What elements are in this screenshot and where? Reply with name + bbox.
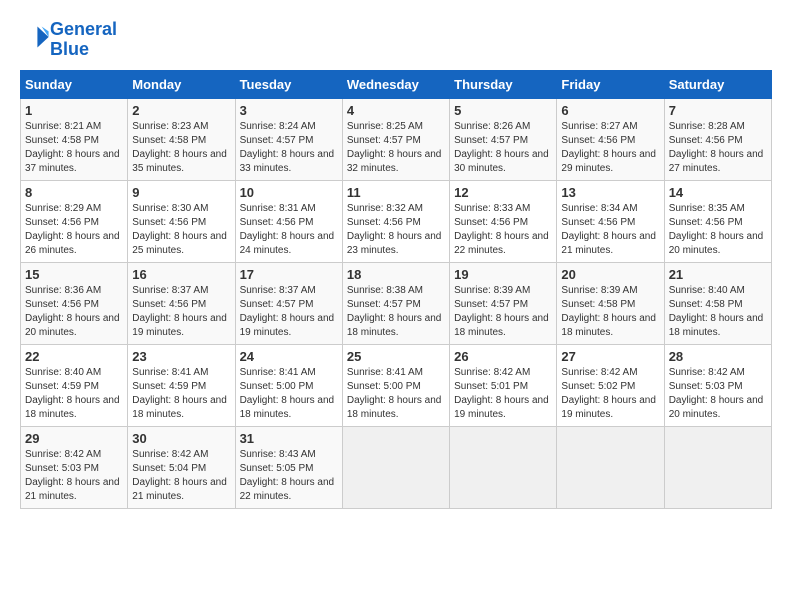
table-row: 14 Sunrise: 8:35 AMSunset: 4:56 PMDaylig… <box>664 180 771 262</box>
table-row <box>342 426 449 508</box>
table-row: 5 Sunrise: 8:26 AMSunset: 4:57 PMDayligh… <box>450 98 557 180</box>
table-row: 12 Sunrise: 8:33 AMSunset: 4:56 PMDaylig… <box>450 180 557 262</box>
table-row: 30 Sunrise: 8:42 AMSunset: 5:04 PMDaylig… <box>128 426 235 508</box>
table-row: 6 Sunrise: 8:27 AMSunset: 4:56 PMDayligh… <box>557 98 664 180</box>
table-row: 23 Sunrise: 8:41 AMSunset: 4:59 PMDaylig… <box>128 344 235 426</box>
calendar-week-row: 15 Sunrise: 8:36 AMSunset: 4:56 PMDaylig… <box>21 262 772 344</box>
col-tuesday: Tuesday <box>235 70 342 98</box>
table-row: 19 Sunrise: 8:39 AMSunset: 4:57 PMDaylig… <box>450 262 557 344</box>
col-monday: Monday <box>128 70 235 98</box>
page-header: General Blue <box>20 20 772 60</box>
table-row: 21 Sunrise: 8:40 AMSunset: 4:58 PMDaylig… <box>664 262 771 344</box>
calendar-header: Sunday Monday Tuesday Wednesday Thursday… <box>21 70 772 98</box>
table-row: 20 Sunrise: 8:39 AMSunset: 4:58 PMDaylig… <box>557 262 664 344</box>
table-row: 2 Sunrise: 8:23 AMSunset: 4:58 PMDayligh… <box>128 98 235 180</box>
table-row: 28 Sunrise: 8:42 AMSunset: 5:03 PMDaylig… <box>664 344 771 426</box>
table-row: 7 Sunrise: 8:28 AMSunset: 4:56 PMDayligh… <box>664 98 771 180</box>
table-row: 25 Sunrise: 8:41 AMSunset: 5:00 PMDaylig… <box>342 344 449 426</box>
col-sunday: Sunday <box>21 70 128 98</box>
table-row: 11 Sunrise: 8:32 AMSunset: 4:56 PMDaylig… <box>342 180 449 262</box>
table-row: 3 Sunrise: 8:24 AMSunset: 4:57 PMDayligh… <box>235 98 342 180</box>
calendar-body: 1 Sunrise: 8:21 AMSunset: 4:58 PMDayligh… <box>21 98 772 508</box>
col-thursday: Thursday <box>450 70 557 98</box>
table-row: 15 Sunrise: 8:36 AMSunset: 4:56 PMDaylig… <box>21 262 128 344</box>
table-row: 16 Sunrise: 8:37 AMSunset: 4:56 PMDaylig… <box>128 262 235 344</box>
calendar-week-row: 1 Sunrise: 8:21 AMSunset: 4:58 PMDayligh… <box>21 98 772 180</box>
table-row: 26 Sunrise: 8:42 AMSunset: 5:01 PMDaylig… <box>450 344 557 426</box>
logo-text: General Blue <box>50 20 117 60</box>
table-row: 31 Sunrise: 8:43 AMSunset: 5:05 PMDaylig… <box>235 426 342 508</box>
calendar-week-row: 29 Sunrise: 8:42 AMSunset: 5:03 PMDaylig… <box>21 426 772 508</box>
table-row: 18 Sunrise: 8:38 AMSunset: 4:57 PMDaylig… <box>342 262 449 344</box>
table-row: 24 Sunrise: 8:41 AMSunset: 5:00 PMDaylig… <box>235 344 342 426</box>
table-row: 4 Sunrise: 8:25 AMSunset: 4:57 PMDayligh… <box>342 98 449 180</box>
table-row <box>450 426 557 508</box>
table-row: 10 Sunrise: 8:31 AMSunset: 4:56 PMDaylig… <box>235 180 342 262</box>
calendar-table: Sunday Monday Tuesday Wednesday Thursday… <box>20 70 772 509</box>
col-wednesday: Wednesday <box>342 70 449 98</box>
table-row: 27 Sunrise: 8:42 AMSunset: 5:02 PMDaylig… <box>557 344 664 426</box>
table-row: 8 Sunrise: 8:29 AMSunset: 4:56 PMDayligh… <box>21 180 128 262</box>
logo: General Blue <box>20 20 117 60</box>
table-row <box>664 426 771 508</box>
table-row: 13 Sunrise: 8:34 AMSunset: 4:56 PMDaylig… <box>557 180 664 262</box>
table-row: 29 Sunrise: 8:42 AMSunset: 5:03 PMDaylig… <box>21 426 128 508</box>
col-friday: Friday <box>557 70 664 98</box>
calendar-week-row: 22 Sunrise: 8:40 AMSunset: 4:59 PMDaylig… <box>21 344 772 426</box>
table-row: 9 Sunrise: 8:30 AMSunset: 4:56 PMDayligh… <box>128 180 235 262</box>
calendar-week-row: 8 Sunrise: 8:29 AMSunset: 4:56 PMDayligh… <box>21 180 772 262</box>
logo-icon <box>22 23 50 51</box>
header-row: Sunday Monday Tuesday Wednesday Thursday… <box>21 70 772 98</box>
table-row: 22 Sunrise: 8:40 AMSunset: 4:59 PMDaylig… <box>21 344 128 426</box>
table-row: 1 Sunrise: 8:21 AMSunset: 4:58 PMDayligh… <box>21 98 128 180</box>
col-saturday: Saturday <box>664 70 771 98</box>
table-row <box>557 426 664 508</box>
table-row: 17 Sunrise: 8:37 AMSunset: 4:57 PMDaylig… <box>235 262 342 344</box>
